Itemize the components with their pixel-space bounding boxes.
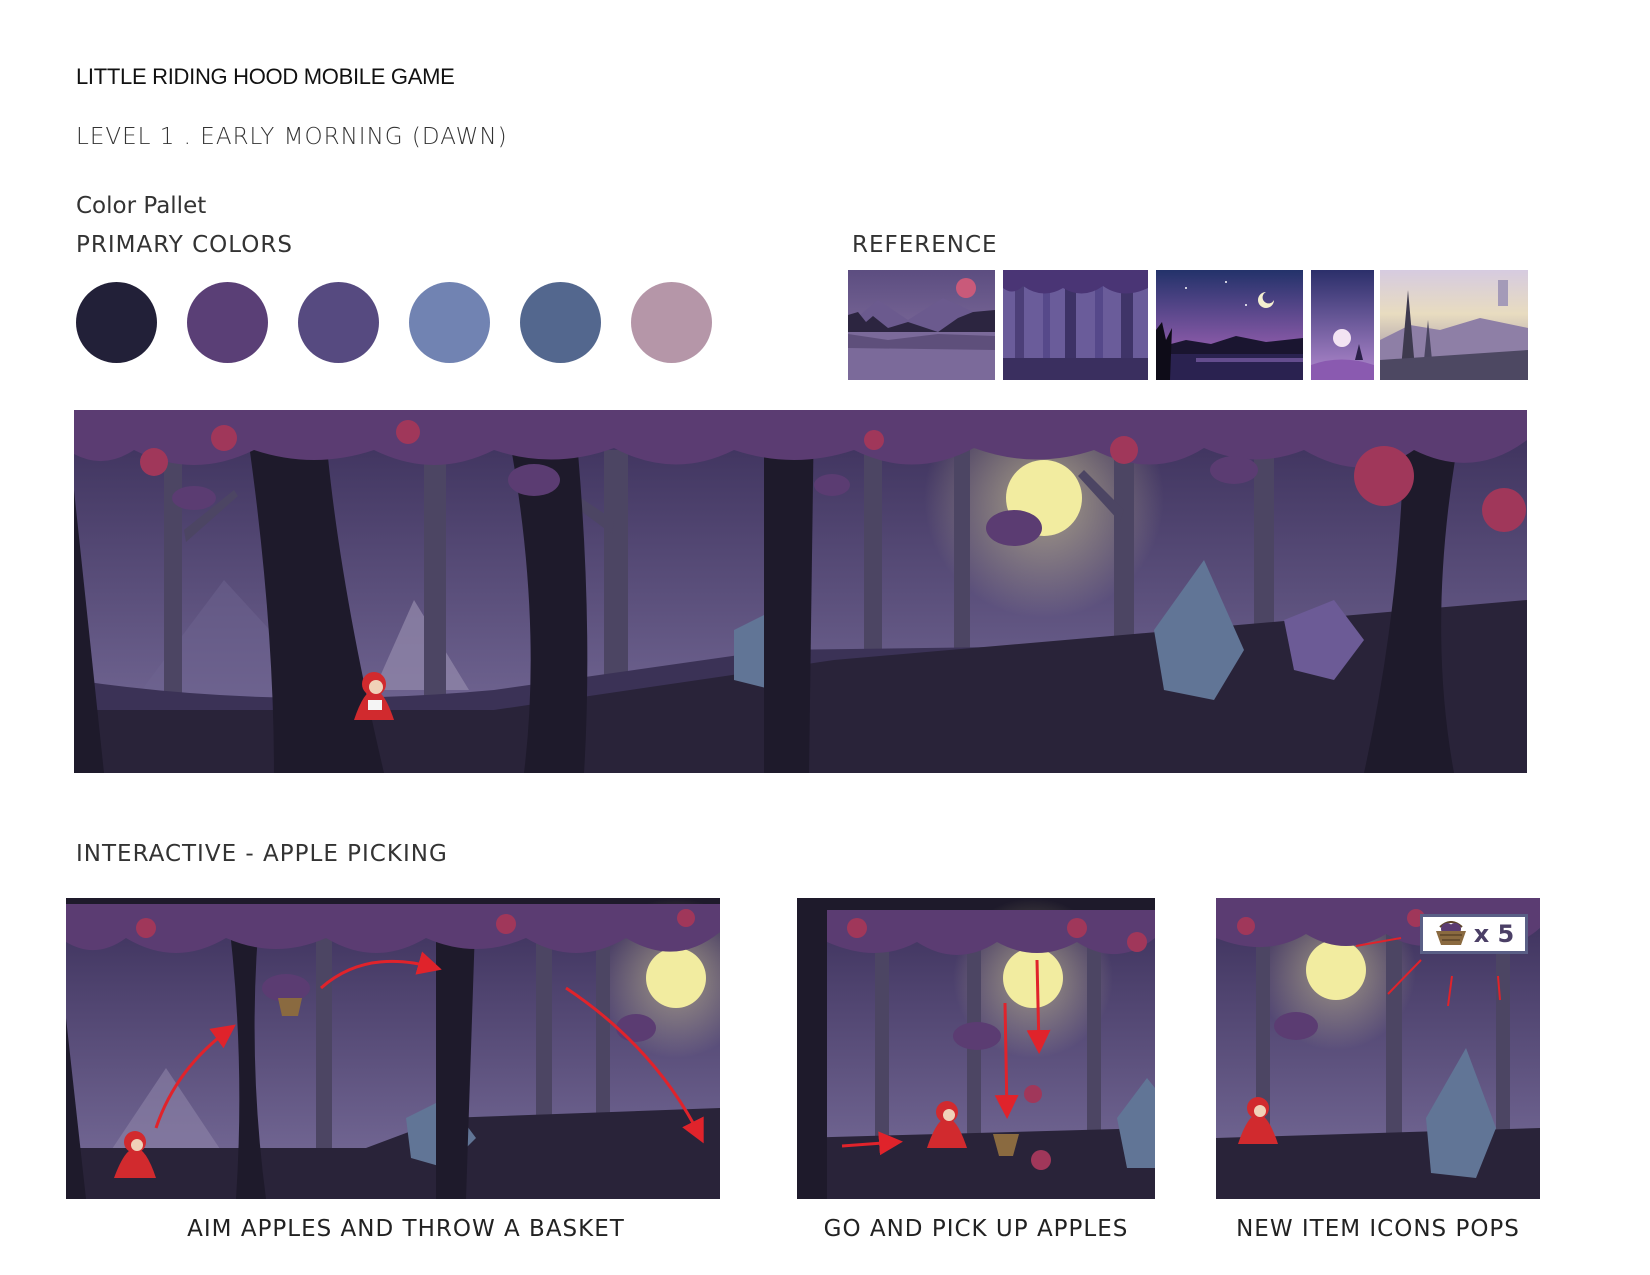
color-swatch-3: [298, 282, 379, 363]
color-swatch-1: [76, 282, 157, 363]
color-swatch-5: [520, 282, 601, 363]
panel-aim-and-throw: [66, 898, 720, 1199]
level-concept-scene: [74, 410, 1527, 773]
panel-3-caption: NEW ITEM ICONS POPS: [1236, 1216, 1520, 1242]
interactive-heading: INTERACTIVE - APPLE PICKING: [76, 841, 448, 867]
panel-new-item-icon: x 5: [1216, 898, 1540, 1199]
reference-image-strip: [848, 270, 1528, 382]
color-swatch-6: [631, 282, 712, 363]
new-item-popup: x 5: [1420, 914, 1528, 954]
purple-forest-image: [1003, 270, 1148, 380]
color-swatch-4: [409, 282, 490, 363]
night-moon-lake-image: [1156, 270, 1303, 380]
item-count: x 5: [1473, 920, 1515, 948]
basket-icon: [278, 998, 302, 1016]
apple-basket-icon: [1435, 921, 1466, 945]
primary-colors-heading: PRIMARY COLORS: [76, 232, 293, 258]
panel-pick-up-apples: [797, 898, 1155, 1199]
lake-mountains-image: [848, 270, 995, 380]
color-swatch-row: [76, 282, 716, 364]
panel-2-art: [797, 898, 1155, 1199]
color-pallet-heading: Color Pallet: [76, 193, 207, 219]
panel-1-caption: AIM APPLES AND THROW A BASKET: [187, 1216, 625, 1242]
panel-2-caption: GO AND PICK UP APPLES: [823, 1216, 1129, 1242]
level-title: LEVEL 1 . EARLY MORNING (DAWN): [76, 124, 508, 150]
misty-forest-image: [1380, 270, 1528, 380]
document-title: LITTLE RIDING HOOD MOBILE GAME: [76, 64, 455, 89]
moon-tree-image: [1311, 270, 1374, 380]
reference-heading: REFERENCE: [852, 232, 998, 258]
panel-1-art: [66, 898, 720, 1199]
color-swatch-2: [187, 282, 268, 363]
forest-scene-art: [74, 410, 1527, 773]
